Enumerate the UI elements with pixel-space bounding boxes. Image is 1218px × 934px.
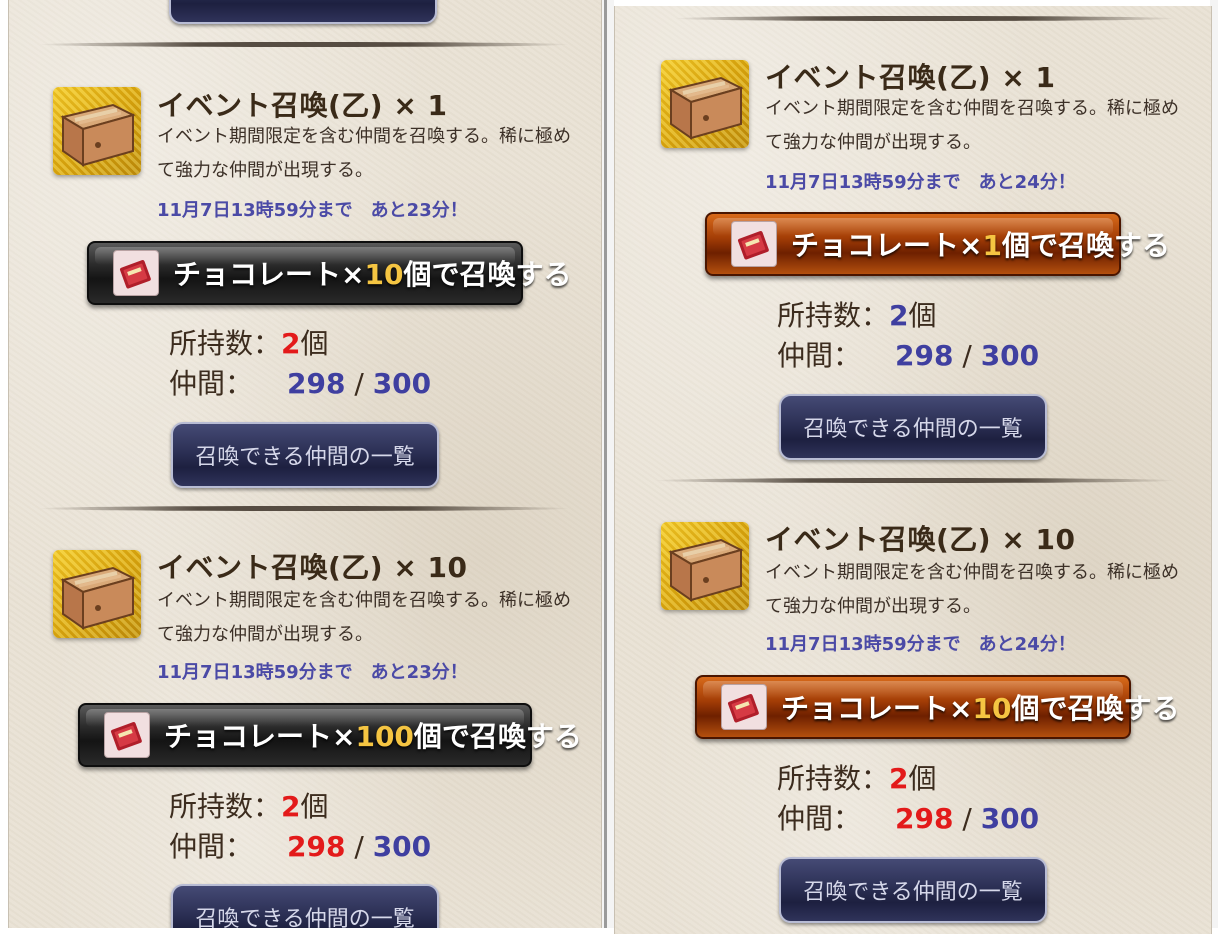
button-prefix: チョコレート× xyxy=(164,720,356,753)
owned-unit: 個 xyxy=(300,790,329,823)
chocolate-icon xyxy=(113,250,159,296)
button-prefix: チョコレート× xyxy=(781,692,973,725)
summon-button-label: チョコレート×10個で召喚する xyxy=(173,253,571,293)
members-label: 仲間： xyxy=(169,367,254,400)
summonable-list-button[interactable]: 召喚できる仲間の一覧 xyxy=(171,422,439,488)
deadline-date: 11月7日13時59分まで xyxy=(765,634,961,655)
owned-label: 所持数： xyxy=(777,762,890,795)
members-label: 仲間： xyxy=(777,802,862,835)
member-count: 仲間： 298 / 300 xyxy=(777,334,1039,374)
summon-button-label: チョコレート×1個で召喚する xyxy=(791,224,1170,264)
owned-value: 2 xyxy=(889,762,909,795)
item-description: イベント期間限定を含む仲間を召喚する。稀に極めて強力な仲間が出現する。 xyxy=(765,562,1179,617)
item-deadline: 11月7日13時59分まで あと23分！ xyxy=(157,196,468,222)
members-current: 298 xyxy=(287,830,346,863)
members-current: 298 xyxy=(895,802,954,835)
item-title: イベント召喚(乙) × 10 xyxy=(765,523,1076,556)
section-divider xyxy=(675,16,1175,21)
member-count: 仲間： 298 / 300 xyxy=(169,362,431,402)
chocolate-icon xyxy=(104,712,150,758)
item-description: イベント期間限定を含む仲間を召喚する。稀に極めて強力な仲間が出現する。 xyxy=(157,126,571,181)
panel-separator xyxy=(604,0,607,928)
chest-icon xyxy=(53,550,141,638)
deadline-date: 11月7日13時59分まで xyxy=(157,662,353,683)
deadline-date: 11月7日13時59分まで xyxy=(765,172,961,193)
section-divider xyxy=(39,42,569,47)
chest-icon xyxy=(661,522,749,610)
summonable-list-button[interactable]: 召喚できる仲間の一覧 xyxy=(779,857,1047,923)
members-max: 300 xyxy=(372,830,432,863)
item-deadline: 11月7日13時59分まで あと24分！ xyxy=(765,630,1076,656)
summon-button-label: チョコレート×100個で召喚する xyxy=(164,715,582,755)
summon-button[interactable]: チョコレート×1個で召喚する xyxy=(705,212,1170,276)
section-divider xyxy=(39,506,569,511)
owned-count: 所持数：2個 xyxy=(169,785,329,825)
button-quantity: 1 xyxy=(982,229,1002,262)
deadline-remaining: あと24分！ xyxy=(978,172,1076,193)
members-label: 仲間： xyxy=(777,339,862,372)
members-max: 300 xyxy=(980,339,1040,372)
members-max: 300 xyxy=(980,802,1040,835)
button-suffix: 個で召喚する xyxy=(1011,692,1180,725)
members-label: 仲間： xyxy=(169,830,254,863)
deadline-remaining: あと23分！ xyxy=(370,200,468,221)
owned-label: 所持数： xyxy=(169,790,282,823)
owned-value: 2 xyxy=(889,299,909,332)
summon-button[interactable]: チョコレート×10個で召喚する xyxy=(87,241,571,305)
summonable-list-button[interactable]: 召喚できる仲間の一覧 xyxy=(171,884,439,928)
owned-count: 所持数：2個 xyxy=(169,322,329,362)
member-count: 仲間： 298 / 300 xyxy=(169,825,431,865)
summon-button[interactable]: チョコレート×10個で召喚する xyxy=(695,675,1179,739)
item-description: イベント期間限定を含む仲間を召喚する。稀に極めて強力な仲間が出現する。 xyxy=(157,590,571,645)
section-divider xyxy=(655,478,1175,483)
deadline-remaining: あと23分！ xyxy=(370,662,468,683)
item-description: イベント期間限定を含む仲間を召喚する。稀に極めて強力な仲間が出現する。 xyxy=(765,98,1179,153)
owned-label: 所持数： xyxy=(169,327,282,360)
deadline-remaining: あと24分！ xyxy=(978,634,1076,655)
button-suffix: 個で召喚する xyxy=(403,258,572,291)
owned-count: 所持数：2個 xyxy=(777,294,937,334)
item-deadline: 11月7日13時59分まで あと24分！ xyxy=(765,168,1076,194)
panel-gap xyxy=(600,0,614,928)
button-quantity: 10 xyxy=(972,692,1012,725)
owned-unit: 個 xyxy=(908,299,937,332)
list-button-cutoff[interactable] xyxy=(169,0,437,24)
owned-count: 所持数：2個 xyxy=(777,757,937,797)
members-current: 298 xyxy=(895,339,954,372)
members-separator: / xyxy=(354,367,364,400)
chocolate-icon xyxy=(721,684,767,730)
owned-label: 所持数： xyxy=(777,299,890,332)
item-title: イベント召喚(乙) × 10 xyxy=(157,551,468,584)
button-prefix: チョコレート× xyxy=(791,229,983,262)
left-summon-panel[interactable]: イベント召喚(乙) × 1 イベント期間限定を含む仲間を召喚する。稀に極めて強力… xyxy=(8,0,602,928)
summon-button-label: チョコレート×10個で召喚する xyxy=(781,687,1179,727)
member-count: 仲間： 298 / 300 xyxy=(777,797,1039,837)
item-title: イベント召喚(乙) × 1 xyxy=(765,61,1056,94)
item-deadline: 11月7日13時59分まで あと23分！ xyxy=(157,658,468,684)
chest-icon xyxy=(53,87,141,175)
chocolate-icon xyxy=(731,221,777,267)
item-title: イベント召喚(乙) × 1 xyxy=(157,89,448,122)
members-separator: / xyxy=(354,830,364,863)
deadline-date: 11月7日13時59分まで xyxy=(157,200,353,221)
button-suffix: 個で召喚する xyxy=(1001,229,1170,262)
button-prefix: チョコレート× xyxy=(173,258,365,291)
button-quantity: 10 xyxy=(364,258,404,291)
button-suffix: 個で召喚する xyxy=(413,720,582,753)
owned-value: 2 xyxy=(281,327,301,360)
owned-value: 2 xyxy=(281,790,301,823)
button-quantity: 100 xyxy=(355,720,414,753)
right-summon-panel[interactable]: イベント召喚(乙) × 1 イベント期間限定を含む仲間を召喚する。稀に極めて強力… xyxy=(614,6,1212,934)
chest-icon xyxy=(661,60,749,148)
owned-unit: 個 xyxy=(300,327,329,360)
members-max: 300 xyxy=(372,367,432,400)
owned-unit: 個 xyxy=(908,762,937,795)
members-separator: / xyxy=(962,339,972,372)
summon-button[interactable]: チョコレート×100個で召喚する xyxy=(78,703,582,767)
members-current: 298 xyxy=(287,367,346,400)
summonable-list-button[interactable]: 召喚できる仲間の一覧 xyxy=(779,394,1047,460)
members-separator: / xyxy=(962,802,972,835)
